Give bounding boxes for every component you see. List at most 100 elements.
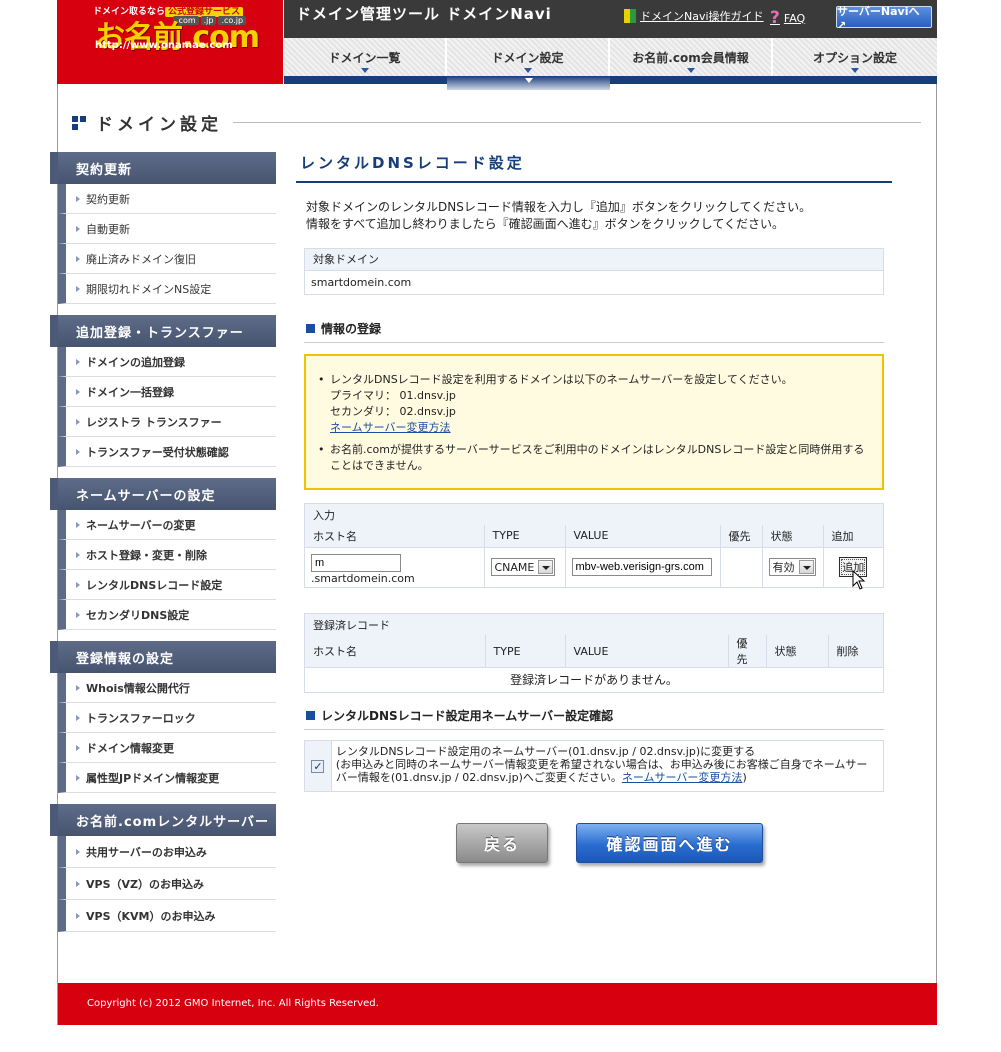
- sidebar-heading: 契約更新: [50, 152, 276, 184]
- logo-url: http://www.onamae.com: [95, 40, 233, 51]
- col-delete: 削除: [827, 635, 883, 668]
- intro-text: 対象ドメインのレンタルDNSレコード情報を入力し『追加』ボタンをクリックしてくだ…: [306, 200, 812, 231]
- sidebar-item-secondary-dns[interactable]: セカンダリDNS設定: [58, 600, 276, 630]
- chevron-down-icon: [686, 68, 695, 73]
- sidebar-heading: お名前.comレンタルサーバー: [50, 804, 276, 836]
- target-domain-box: 対象ドメイン smartdomein.com: [304, 248, 884, 295]
- type-select[interactable]: CNAME: [490, 558, 556, 577]
- chevron-down-icon: [360, 68, 369, 73]
- sidebar: 契約更新 契約更新 自動更新 廃止済みドメイン復旧 期限切れドメインNS設定 追…: [50, 152, 276, 943]
- nav-active-indicator: [447, 76, 610, 90]
- col-add: 追加: [822, 525, 883, 548]
- sidebar-item-bulk-register[interactable]: ドメイン一括登録: [58, 377, 276, 407]
- sidebar-item-ns-change[interactable]: ネームサーバーの変更: [58, 510, 276, 540]
- main-content: レンタルDNSレコード設定 対象ドメインのレンタルDNSレコード情報を入力し『追…: [296, 152, 892, 233]
- ns-change-checkbox[interactable]: ✓: [311, 759, 325, 773]
- sidebar-item-shared-server[interactable]: 共用サーバーのお申込み: [58, 836, 276, 868]
- chevron-down-icon: [851, 68, 859, 73]
- col-host: ホスト名: [305, 635, 485, 668]
- input-table: 入力 ホスト名 TYPE VALUE 優先 状態 追加 .smartdomein…: [304, 503, 884, 588]
- title-dots-icon: [72, 114, 90, 132]
- question-icon: ?: [770, 8, 780, 28]
- sidebar-item-expired-ns[interactable]: 期限切れドメインNS設定: [58, 274, 276, 304]
- sidebar-item-vps-vz[interactable]: VPS（VZ）のお申込み: [58, 868, 276, 900]
- nav-option-settings[interactable]: オプション設定: [773, 38, 937, 76]
- sidebar-group-renewal: 契約更新 契約更新 自動更新 廃止済みドメイン復旧 期限切れドメインNS設定: [50, 152, 276, 304]
- sidebar-item-transfer-status[interactable]: トランスファー受付状態確認: [58, 437, 276, 467]
- page-title: ドメイン設定: [72, 110, 222, 135]
- registered-table: 登録済レコード ホスト名 TYPE VALUE 優先 状態 削除 登録済レコード…: [304, 613, 884, 693]
- beginner-icon: [624, 9, 636, 23]
- notice-item: レンタルDNSレコード設定を利用するドメインは以下のネームサーバーを設定してくだ…: [316, 372, 872, 436]
- tool-title: ドメイン管理ツール ドメインNavi: [296, 5, 552, 23]
- col-status: 状態: [761, 525, 823, 548]
- sidebar-item-add-domain[interactable]: ドメインの追加登録: [58, 347, 276, 377]
- sidebar-item-whois-proxy[interactable]: Whois情報公開代行: [58, 673, 276, 703]
- chevron-down-icon: [525, 78, 533, 83]
- col-priority: 優先: [719, 525, 762, 548]
- col-type: TYPE: [484, 635, 565, 668]
- nav-underline: [284, 76, 937, 84]
- ns-confirm-text: レンタルDNSレコード設定用のネームサーバー(01.dnsv.jp / 02.d…: [335, 745, 868, 784]
- nav-domain-list[interactable]: ドメイン一覧: [284, 38, 447, 76]
- empty-message: 登録済レコードがありません。: [510, 673, 678, 688]
- logo[interactable]: ドメイン取るなら 公式登録サービス .com .jp .co.jp お名前.com h…: [57, 0, 283, 84]
- back-button[interactable]: 戻る: [456, 823, 548, 863]
- value-input[interactable]: [571, 558, 712, 577]
- ns-confirm-checkbox-cell: ✓: [305, 741, 332, 791]
- sidebar-item-restore[interactable]: 廃止済みドメイン復旧: [58, 244, 276, 274]
- page-title-text: ドメイン設定: [96, 115, 222, 135]
- nav-domain-settings[interactable]: ドメイン設定: [447, 38, 610, 76]
- input-caption: 入力: [305, 504, 883, 525]
- priority-cell: [719, 547, 762, 587]
- col-host: ホスト名: [305, 525, 484, 548]
- col-priority: 優先: [727, 635, 766, 668]
- server-navi-button[interactable]: サーバーNaviへ ↗: [836, 5, 932, 32]
- notice-box: レンタルDNSレコード設定を利用するドメインは以下のネームサーバーを設定してくだ…: [304, 354, 884, 490]
- proceed-to-confirm-button[interactable]: 確認画面へ進む: [576, 823, 763, 863]
- section-register-title: 情報の登録: [306, 320, 381, 337]
- sidebar-item-auto-renewal[interactable]: 自動更新: [58, 214, 276, 244]
- sidebar-group-nameserver: ネームサーバーの設定 ネームサーバーの変更 ホスト登録・変更・削除 レンタルDN…: [50, 478, 276, 630]
- sidebar-item-vps-kvm[interactable]: VPS（KVM）のお申込み: [58, 900, 276, 932]
- col-value: VALUE: [564, 635, 728, 668]
- col-type: TYPE: [483, 525, 565, 548]
- sidebar-item-jp-domain-info[interactable]: 属性型JPドメイン情報変更: [58, 763, 276, 793]
- sidebar-item-transfer-lock[interactable]: トランスファーロック: [58, 703, 276, 733]
- divider: [304, 342, 884, 343]
- sidebar-heading: 登録情報の設定: [50, 641, 276, 673]
- sidebar-item-renewal[interactable]: 契約更新: [58, 184, 276, 214]
- mouse-cursor-icon: [852, 570, 866, 590]
- target-domain-value: smartdomein.com: [311, 276, 412, 289]
- ns-change-howto-link[interactable]: ネームサーバー変更方法: [622, 771, 743, 784]
- ns-confirm-box: ✓ レンタルDNSレコード設定用のネームサーバー(01.dnsv.jp / 02…: [304, 740, 884, 792]
- chevron-down-icon: [523, 68, 532, 73]
- faq-link[interactable]: ? FAQ: [770, 8, 805, 28]
- sidebar-group-registration: 登録情報の設定 Whois情報公開代行 トランスファーロック ドメイン情報変更 …: [50, 641, 276, 793]
- status-select[interactable]: 有効: [768, 558, 816, 577]
- col-value: VALUE: [564, 525, 720, 548]
- sidebar-group-rental-server: お名前.comレンタルサーバー 共用サーバーのお申込み VPS（VZ）のお申込み…: [50, 804, 276, 932]
- help-link[interactable]: ドメインNavi操作ガイド: [624, 8, 764, 24]
- sidebar-item-rental-dns[interactable]: レンタルDNSレコード設定: [58, 570, 276, 600]
- sidebar-item-host-register[interactable]: ホスト登録・変更・削除: [58, 540, 276, 570]
- divider: [233, 122, 921, 123]
- target-domain-label: 対象ドメイン: [305, 249, 883, 271]
- dropdown-arrow-icon: [538, 560, 554, 575]
- ns-change-howto-link[interactable]: ネームサーバー変更方法: [330, 420, 872, 436]
- dropdown-arrow-icon: [798, 560, 814, 575]
- sidebar-item-domain-info[interactable]: ドメイン情報変更: [58, 733, 276, 763]
- col-status: 状態: [765, 635, 828, 668]
- section-confirm-title: レンタルDNSレコード設定用ネームサーバー設定確認: [306, 707, 613, 724]
- host-input[interactable]: [311, 553, 401, 572]
- registered-caption: 登録済レコード: [305, 614, 883, 635]
- sidebar-item-registrar-transfer[interactable]: レジストラ トランスファー: [58, 407, 276, 437]
- sidebar-group-transfer: 追加登録・トランスファー ドメインの追加登録 ドメイン一括登録 レジストラ トラ…: [50, 315, 276, 467]
- footer: Copyright (c) 2012 GMO Internet, Inc. Al…: [58, 983, 937, 1025]
- copyright: Copyright (c) 2012 GMO Internet, Inc. Al…: [87, 998, 379, 1009]
- host-suffix: .smartdomein.com: [311, 571, 415, 585]
- top-bar: ドメイン管理ツール ドメインNavi ドメインNavi操作ガイド ? FAQ サー…: [284, 0, 937, 38]
- section-heading: レンタルDNSレコード設定: [296, 152, 892, 183]
- notice-item: お名前.comが提供するサーバーサービスをご利用中のドメインはレンタルDNSレコ…: [316, 442, 872, 474]
- nav-member-info[interactable]: お名前.com会員情報: [610, 38, 773, 76]
